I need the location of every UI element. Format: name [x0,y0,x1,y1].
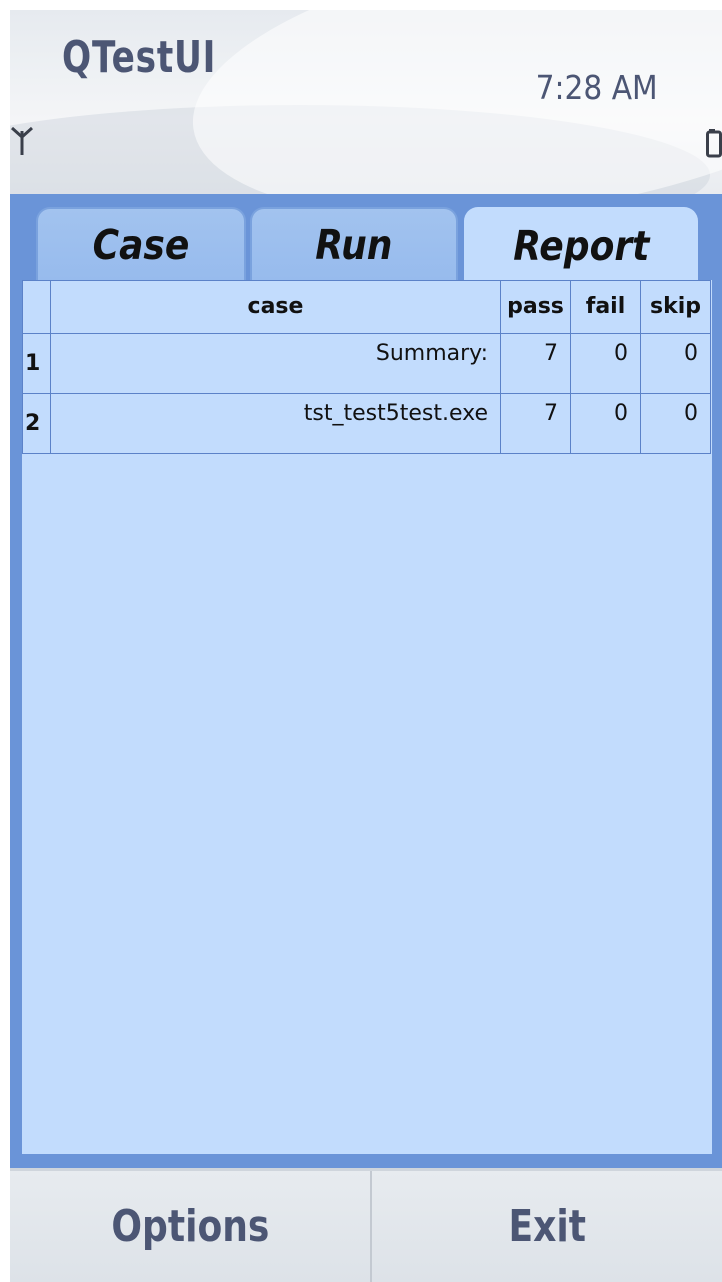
tab-run[interactable]: Run [250,207,458,280]
tab-report[interactable]: Report [464,207,698,282]
options-softkey[interactable]: Options [10,1171,370,1282]
column-header-skip[interactable]: skip [640,280,711,334]
battery-icon [706,129,722,158]
options-softkey-label: Options [110,1201,270,1252]
table-cell-pass[interactable]: 7 [500,333,571,394]
status-bar: QTestUI 7:28 AM [10,10,722,194]
tab-report-label: Report [512,221,650,270]
tab-run-label: Run [315,220,393,269]
column-header-fail[interactable]: fail [570,280,641,334]
signal-antenna-icon [10,126,34,155]
exit-softkey[interactable]: Exit [372,1171,722,1282]
tab-case[interactable]: Case [36,207,246,280]
table-cell-fail[interactable]: 0 [570,333,641,394]
tab-bar: Case Run Report [36,207,698,282]
row-number[interactable]: 1 [22,333,51,394]
tab-case-label: Case [92,220,190,269]
table-cell-skip[interactable]: 0 [640,333,711,394]
corner-header [22,280,51,334]
table-cell-fail[interactable]: 0 [570,393,641,454]
table-cell-case[interactable]: Summary: [50,333,501,394]
column-header-case[interactable]: case [50,280,501,334]
clock: 7:28 AM [535,68,658,107]
main-area: Case Run Report case pass fail skip 1 Su… [10,194,722,1168]
row-number[interactable]: 2 [22,393,51,454]
table-cell-pass[interactable]: 7 [500,393,571,454]
softkey-bar: Options Exit [10,1168,722,1282]
column-header-pass[interactable]: pass [500,280,571,334]
table-cell-case[interactable]: tst_test5test.exe [50,393,501,454]
report-panel: case pass fail skip 1 Summary: 7 0 0 2 t… [22,280,712,1154]
exit-softkey-label: Exit [508,1201,586,1252]
table-cell-skip[interactable]: 0 [640,393,711,454]
app-title: QTestUI [62,32,217,83]
